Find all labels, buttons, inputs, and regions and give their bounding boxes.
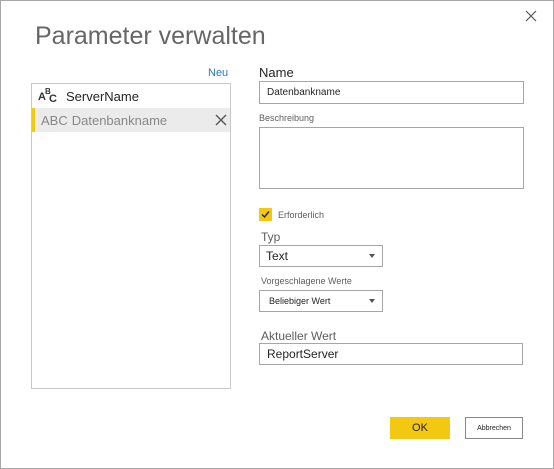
checkmark-icon [261, 211, 270, 219]
dialog-title: Parameter verwalten [35, 22, 266, 50]
current-value-label: Aktueller Wert [261, 329, 337, 343]
parameter-list: ABC ServerName ABC Datenbankname [31, 83, 231, 389]
suggested-values-dropdown[interactable]: Beliebiger Wert [259, 290, 383, 312]
name-label: Name [259, 65, 294, 80]
suggested-values-label: Vorgeschlagene Werte [261, 276, 352, 286]
suggested-values-dropdown-value: Beliebiger Wert [269, 296, 331, 306]
type-label: Typ [261, 230, 281, 244]
parameter-item-label: ServerName [66, 88, 139, 104]
close-icon [525, 10, 537, 22]
parameter-item-label: Datenbankname [71, 112, 168, 128]
description-label: Beschreibung [259, 113, 315, 123]
description-textarea[interactable] [259, 127, 524, 189]
type-dropdown-value: Text [266, 249, 289, 263]
ok-button[interactable]: OK [390, 417, 450, 439]
type-dropdown[interactable]: Text [259, 245, 383, 267]
parameter-item-servername[interactable]: ABC ServerName [32, 84, 230, 108]
parameter-type-label: ABC [41, 112, 68, 128]
current-value-input[interactable] [259, 343, 523, 365]
name-input[interactable] [259, 81, 524, 104]
abc-text-type-icon: ABC [38, 87, 57, 105]
manage-parameters-dialog: Parameter verwalten Neu ABC ServerName A… [0, 0, 554, 469]
cancel-button[interactable]: Abbrechen [465, 417, 523, 439]
required-checkbox[interactable] [259, 208, 272, 221]
chevron-down-icon [369, 254, 375, 258]
chevron-down-icon [369, 299, 375, 303]
required-label: Erforderlich [278, 210, 325, 220]
remove-parameter-button[interactable] [214, 113, 228, 127]
selection-indicator [32, 108, 35, 132]
new-parameter-link[interactable]: Neu [208, 67, 228, 79]
parameter-item-datenbankname[interactable]: ABC Datenbankname [32, 108, 230, 132]
close-button[interactable] [521, 6, 541, 26]
close-icon [215, 114, 227, 126]
